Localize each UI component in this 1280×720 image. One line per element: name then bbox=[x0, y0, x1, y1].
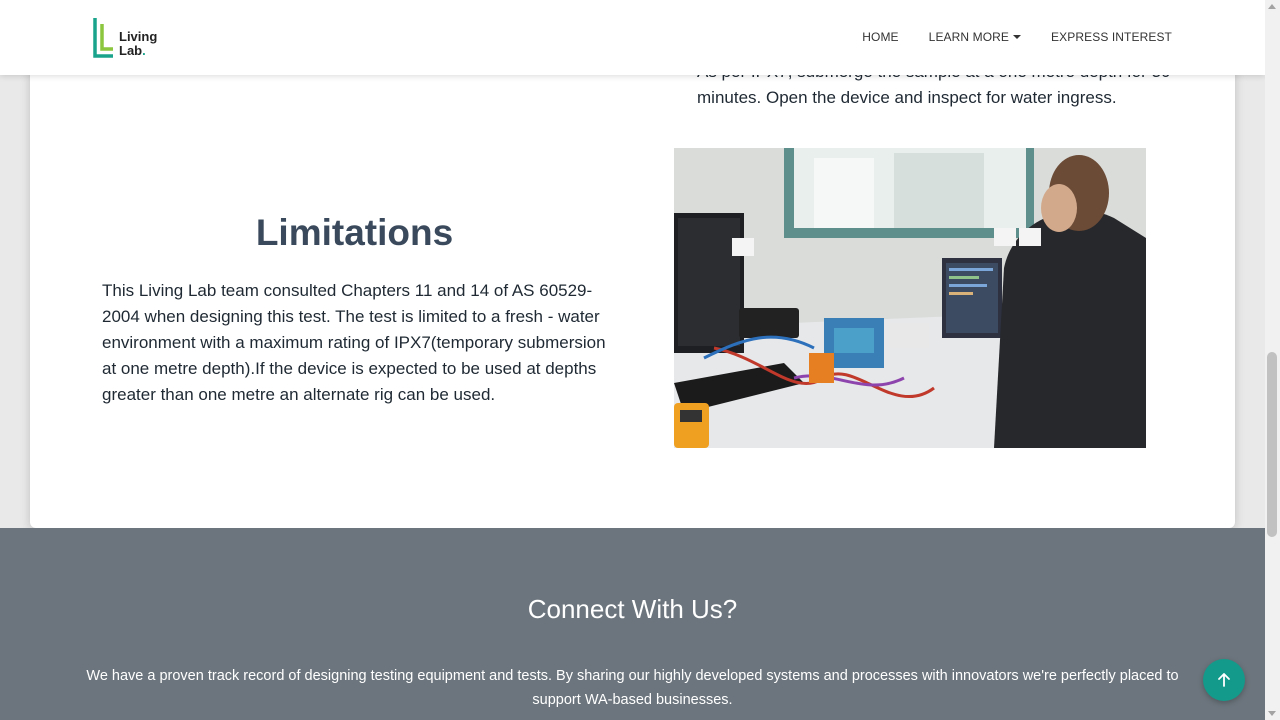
logo-text: Living Lab. bbox=[119, 30, 157, 58]
nav-express-interest-label: EXPRESS INTEREST bbox=[1051, 30, 1172, 44]
scroll-to-top-button[interactable] bbox=[1203, 659, 1245, 701]
navbar: Living Lab. HOME LEARN MORE EXPRESS INTE… bbox=[0, 0, 1265, 75]
footer-title: Connect With Us? bbox=[527, 594, 738, 624]
nav-home[interactable]: HOME bbox=[862, 30, 898, 44]
logo-text-line1: Living bbox=[119, 29, 158, 44]
footer: Connect With Us? We have a proven track … bbox=[0, 528, 1265, 720]
living-lab-logo[interactable]: Living Lab. bbox=[93, 18, 163, 60]
logo-dot: . bbox=[142, 43, 146, 58]
lab-photo bbox=[674, 148, 1146, 448]
limitations-body: This Living Lab team consulted Chapters … bbox=[102, 281, 606, 404]
scroll-up-arrow-icon[interactable] bbox=[1268, 4, 1276, 9]
scrollbar-thumb[interactable] bbox=[1267, 352, 1277, 537]
arrow-up-icon bbox=[1218, 673, 1230, 687]
nav-express-interest[interactable]: EXPRESS INTEREST bbox=[1051, 30, 1172, 44]
nav-home-label: HOME bbox=[862, 30, 899, 44]
logo-text-line2: Lab bbox=[119, 43, 143, 58]
logo-mark-icon bbox=[93, 18, 113, 58]
main-nav: HOME LEARN MORE EXPRESS INTEREST bbox=[862, 30, 1172, 44]
footer-text: We have a proven track record of designi… bbox=[86, 668, 1179, 708]
scrollbar[interactable] bbox=[1265, 0, 1280, 720]
caret-down-icon bbox=[1013, 35, 1022, 39]
nav-learn-more-dropdown[interactable]: LEARN MORE bbox=[928, 30, 1022, 44]
limitations-heading: Limitations bbox=[255, 212, 454, 253]
nav-learn-more-label: LEARN MORE bbox=[928, 30, 1010, 44]
lab-photo-illustration bbox=[674, 148, 1146, 448]
scroll-down-arrow-icon[interactable] bbox=[1268, 711, 1276, 716]
